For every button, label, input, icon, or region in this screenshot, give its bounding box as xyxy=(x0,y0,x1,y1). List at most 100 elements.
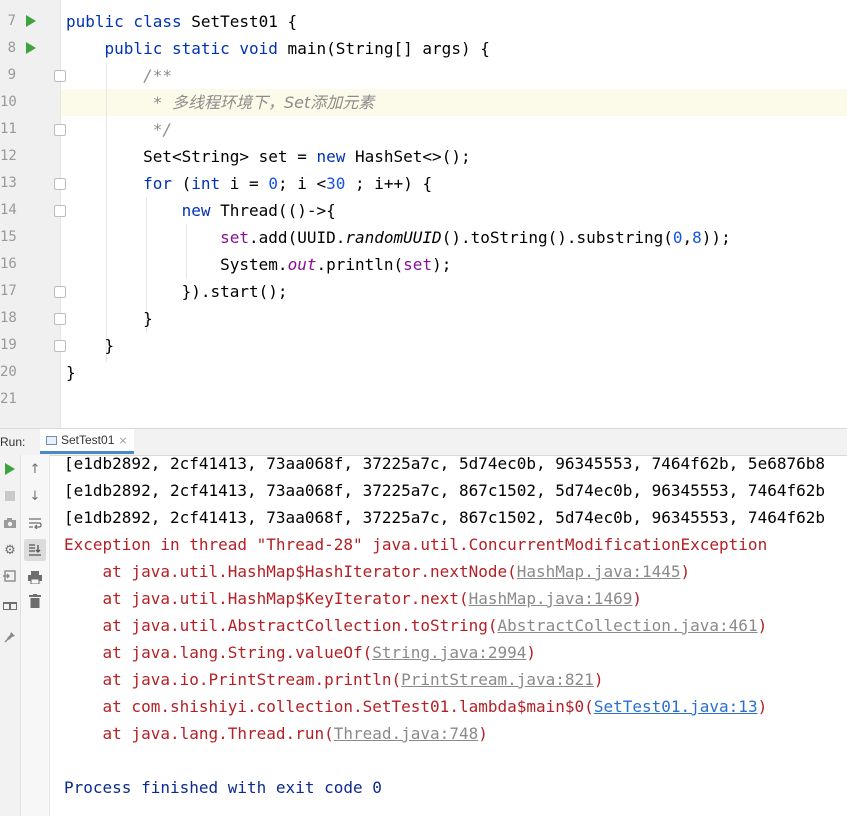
stack-frame-text: at java.util.AbstractCollection.toString… xyxy=(64,616,498,635)
settings-icon[interactable]: ⚙ xyxy=(2,542,18,558)
code-token: main(String[] args) { xyxy=(277,39,490,58)
arrow-up-icon[interactable]: ↑ xyxy=(27,461,43,477)
source-link[interactable]: AbstractCollection.java:461 xyxy=(497,616,757,635)
fold-marker-icon[interactable] xyxy=(54,205,66,217)
stack-frame-text: at java.lang.String.valueOf( xyxy=(64,643,373,662)
console-line: [e1db2892, 2cf41413, 73aa068f, 37225a7c,… xyxy=(64,481,825,500)
run-main-gutter-icon[interactable] xyxy=(26,42,36,54)
code-token: System. xyxy=(220,255,288,274)
pin-icon[interactable] xyxy=(2,629,18,645)
code-editor[interactable]: 7 8 9 10 11 12 13 14 15 16 17 18 19 20 2… xyxy=(0,0,847,428)
code-token: ( xyxy=(171,174,192,193)
stack-frame-text: ) xyxy=(757,616,768,635)
source-link[interactable]: HashMap.java:1469 xyxy=(469,589,633,608)
code-token: } xyxy=(143,309,153,328)
console-output[interactable]: [e1db2892, 2cf41413, 73aa068f, 37225a7c,… xyxy=(50,455,847,816)
code-token: }).start(); xyxy=(181,282,288,301)
code-token: public class xyxy=(66,12,182,31)
code-comment: /** xyxy=(143,66,172,85)
run-toolbar-primary: ⚙ xyxy=(0,455,21,816)
line-number: 20 xyxy=(0,364,17,380)
stack-trace-line: at java.io.PrintStream.println(PrintStre… xyxy=(64,666,604,693)
code-token: ; i++) { xyxy=(345,174,433,193)
fold-marker-icon[interactable] xyxy=(54,124,66,136)
source-link[interactable]: Thread.java:748 xyxy=(334,724,479,743)
code-line-7: public class SetTest01 { xyxy=(66,8,297,35)
code-token: new xyxy=(316,147,346,166)
stack-trace-line: at java.util.HashMap$HashIterator.nextNo… xyxy=(64,558,691,585)
stack-frame-text: ) xyxy=(757,697,768,716)
line-number: 17 xyxy=(0,283,17,299)
source-link[interactable]: String.java:2994 xyxy=(372,643,526,662)
fold-marker-icon[interactable] xyxy=(54,340,66,352)
editor-gutter: 7 8 9 10 11 12 13 14 15 16 17 18 19 20 2… xyxy=(0,0,66,428)
stack-trace-line: at com.shishiyi.collection.SetTest01.lam… xyxy=(64,693,768,720)
console-line: [e1db2892, 2cf41413, 73aa068f, 37225a7c,… xyxy=(64,508,825,527)
source-link[interactable]: SetTest01.java:13 xyxy=(594,697,758,716)
stop-icon[interactable] xyxy=(2,488,18,504)
code-token: 30 xyxy=(326,174,346,193)
line-number: 10 xyxy=(0,94,17,110)
code-comment: * xyxy=(143,93,172,112)
code-token: ().toString().substring( xyxy=(441,228,673,247)
tab-settest01[interactable]: SetTest01 × xyxy=(40,429,134,454)
code-token: Thread(()->{ xyxy=(210,201,336,220)
code-line-17: }).start(); xyxy=(66,278,288,305)
soft-wrap-icon[interactable] xyxy=(27,515,43,531)
fold-marker-icon[interactable] xyxy=(54,313,66,325)
stack-frame-text: at com.shishiyi.collection.SetTest01.lam… xyxy=(64,697,594,716)
fold-marker-icon[interactable] xyxy=(54,178,66,190)
code-line-14: new Thread(()->{ xyxy=(66,197,336,224)
stack-frame-text: ) xyxy=(478,724,488,743)
arrow-down-icon[interactable]: ↓ xyxy=(27,488,43,504)
code-token: , xyxy=(682,228,693,247)
code-line-10: * 多线程环境下，Set添加元素 xyxy=(66,89,375,116)
run-class-gutter-icon[interactable] xyxy=(26,15,36,27)
source-link[interactable]: PrintStream.java:821 xyxy=(401,670,594,689)
code-token: 0 xyxy=(268,174,278,193)
stack-trace-line: at java.util.HashMap$KeyIterator.next(Ha… xyxy=(64,585,642,612)
code-token: int xyxy=(191,174,221,193)
fold-marker-icon[interactable] xyxy=(54,286,66,298)
restore-layout-icon[interactable] xyxy=(2,568,18,584)
code-token: public static void xyxy=(104,39,278,58)
line-number: 11 xyxy=(0,121,17,137)
stack-frame-text: ) xyxy=(593,670,604,689)
code-token: i = xyxy=(220,174,269,193)
code-line-18: } xyxy=(66,305,153,332)
line-number: 9 xyxy=(7,67,16,83)
code-token: set xyxy=(403,255,433,274)
line-number: 15 xyxy=(0,229,17,245)
stack-frame-text: ) xyxy=(526,643,537,662)
stack-frame-text: at java.util.HashMap$HashIterator.nextNo… xyxy=(64,562,517,581)
stack-trace-line: at java.lang.Thread.run(Thread.java:748) xyxy=(64,720,488,747)
trash-icon[interactable] xyxy=(27,593,43,609)
line-number: 19 xyxy=(0,337,17,353)
print-icon[interactable] xyxy=(27,569,43,585)
code-token: randomUUID xyxy=(345,228,442,247)
code-line-8: public static void main(String[] args) { xyxy=(66,35,490,62)
code-comment: 多线程环境下，Set添加元素 xyxy=(171,93,375,112)
tab-label: SetTest01 xyxy=(61,433,115,447)
stack-frame-text: at java.io.PrintStream.println( xyxy=(64,670,402,689)
layout-icon[interactable] xyxy=(2,596,18,612)
source-link[interactable]: HashMap.java:1445 xyxy=(517,562,681,581)
code-token: set xyxy=(220,228,250,247)
close-icon[interactable]: × xyxy=(118,434,127,447)
stack-frame-text: at java.util.HashMap$KeyIterator.next( xyxy=(64,589,469,608)
line-number: 14 xyxy=(0,202,17,218)
code-line-15: set.add(UUID.randomUUID().toString().sub… xyxy=(66,224,731,251)
code-token: new xyxy=(181,201,211,220)
code-line-20: } xyxy=(66,359,76,386)
line-number: 18 xyxy=(0,310,17,326)
code-token: } xyxy=(104,336,115,355)
camera-icon[interactable] xyxy=(2,515,18,531)
scroll-to-end-icon[interactable] xyxy=(27,542,43,558)
code-token: out xyxy=(287,255,317,274)
code-token: 0 xyxy=(672,228,683,247)
code-token: ); xyxy=(432,255,452,274)
rerun-icon[interactable] xyxy=(2,461,18,477)
fold-marker-icon[interactable] xyxy=(54,70,66,82)
code-line-13: for (int i = 0; i <30 ; i++) { xyxy=(66,170,432,197)
line-number: 12 xyxy=(0,148,17,164)
